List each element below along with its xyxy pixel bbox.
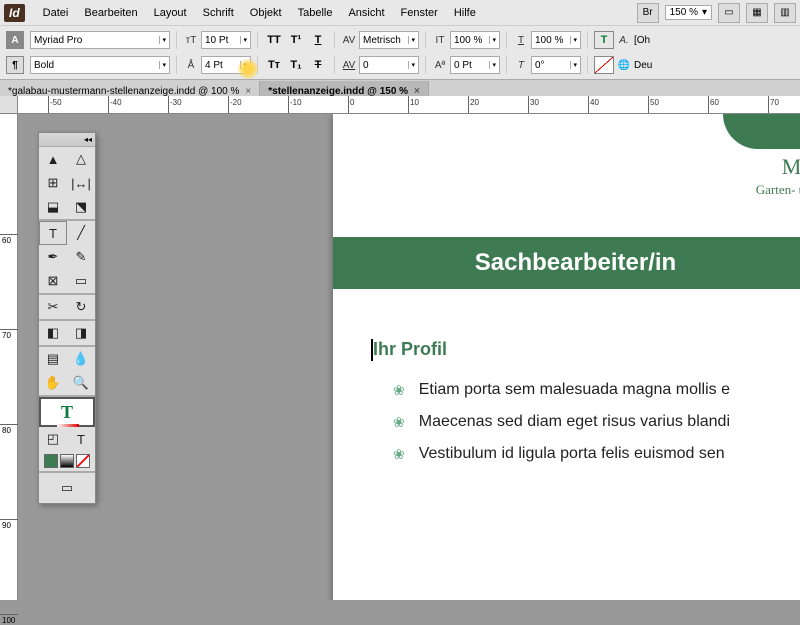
rectangle-frame-tool[interactable]: ⊠ — [39, 269, 67, 293]
kerning-icon: AV — [341, 32, 357, 48]
menu-schrift[interactable]: Schrift — [195, 3, 242, 23]
bullet-icon: ❀ — [393, 408, 405, 436]
canvas[interactable]: Mustermann Garten- und Landschaftsbau Sa… — [18, 114, 800, 600]
apply-color[interactable] — [44, 454, 58, 468]
format-text-icon[interactable]: T — [67, 427, 95, 451]
brand-name: Mustermann — [782, 154, 800, 180]
direct-selection-tool[interactable]: △ — [67, 147, 95, 171]
character-mode-icon[interactable]: A — [6, 31, 24, 49]
font-family-field[interactable]: Myriad Pro▾ — [30, 31, 170, 49]
language-icon: 🌐 — [616, 57, 632, 73]
format-container-icon[interactable]: ◰ — [39, 427, 67, 451]
screen-mode-icon[interactable]: ▭ — [718, 3, 740, 23]
apply-none[interactable] — [76, 454, 90, 468]
menu-fenster[interactable]: Fenster — [393, 3, 446, 23]
tools-collapse[interactable]: ◂◂ — [39, 133, 95, 147]
list-item: ❀Vestibulum id ligula porta felis euismo… — [393, 438, 730, 470]
baseline-icon: Aª — [432, 57, 448, 73]
note-tool[interactable]: ▤ — [39, 347, 67, 371]
title-bar: Sachbearbeiter/in — [333, 237, 800, 289]
page: Mustermann Garten- und Landschaftsbau Sa… — [333, 114, 800, 600]
workspace: -50-40-30-20-10010203040506070 607080901… — [0, 96, 800, 600]
vscale-icon: IT — [432, 32, 448, 48]
subscript-icon[interactable]: T₁ — [286, 56, 306, 74]
char-style-label: [Oh — [634, 35, 650, 46]
brand-subtitle: Garten- und Landschaftsbau — [756, 182, 800, 198]
hscale-label-icon: T — [513, 32, 529, 48]
scissors-tool[interactable]: ✂ — [39, 295, 67, 319]
bullet-list: ❀Etiam porta sem malesuada magna mollis … — [393, 374, 730, 470]
menu-hilfe[interactable]: Hilfe — [446, 3, 484, 23]
gap-tool[interactable]: |↔| — [67, 171, 95, 195]
selection-tool[interactable]: ▲ — [39, 147, 67, 171]
fill-stroke-swatch[interactable]: T — [39, 397, 95, 427]
menu-ansicht[interactable]: Ansicht — [340, 3, 392, 23]
pen-tool[interactable]: ✒ — [39, 245, 67, 269]
page-tool[interactable]: ⊞ — [39, 171, 67, 195]
app-logo: Id — [4, 4, 25, 22]
tracking-icon: AV — [341, 57, 357, 73]
skew-field[interactable]: 0°▾ — [531, 56, 581, 74]
pencil-tool[interactable]: ✎ — [67, 245, 95, 269]
workspace-icon[interactable]: ▥ — [774, 3, 796, 23]
zoom-tool[interactable]: 🔍 — [67, 371, 95, 395]
free-transform-tool[interactable]: ↻ — [67, 295, 95, 319]
content-collector-tool[interactable]: ⬓ — [39, 195, 67, 219]
tools-panel[interactable]: ◂◂ ▲ △ ⊞ |↔| ⬓ ⬔ T ╱ ✒ ✎ ⊠ ▭ ✂ ↻ ◧ ◨ ▤ 💧… — [38, 132, 96, 504]
underline-icon[interactable]: T — [308, 31, 328, 49]
language-label: Deu — [634, 60, 652, 71]
menu-datei[interactable]: Datei — [35, 3, 77, 23]
font-style-field[interactable]: Bold▾ — [30, 56, 170, 74]
gradient-feather-tool[interactable]: ◨ — [67, 321, 95, 345]
menu-layout[interactable]: Layout — [146, 3, 195, 23]
line-tool[interactable]: ╱ — [67, 221, 95, 245]
control-panel: A Myriad Pro▾ ᴛT 10 Pt▾ TT T¹ T AV Metri… — [0, 26, 800, 80]
type-tool[interactable]: T — [39, 221, 67, 245]
font-size-icon: ᴛT — [183, 32, 199, 48]
hscale-field[interactable]: 100 %▾ — [531, 31, 581, 49]
menu-objekt[interactable]: Objekt — [242, 3, 290, 23]
gradient-swatch-tool[interactable]: ◧ — [39, 321, 67, 345]
hand-tool[interactable]: ✋ — [39, 371, 67, 395]
content-placer-tool[interactable]: ⬔ — [67, 195, 95, 219]
bullet-icon: ❀ — [393, 440, 405, 468]
zoom-level[interactable]: 150 %▾ — [665, 5, 712, 20]
arrange-icon[interactable]: ▦ — [746, 3, 768, 23]
section-heading[interactable]: Ihr Profil — [373, 339, 447, 360]
strikethrough-icon[interactable]: T — [308, 56, 328, 74]
vertical-ruler[interactable]: 60708090100 — [0, 114, 18, 600]
char-style-icon: A. — [616, 32, 632, 48]
kerning-field[interactable]: Metrisch▾ — [359, 31, 419, 49]
fill-text-icon[interactable]: T — [594, 31, 614, 49]
smallcaps-icon[interactable]: Tᴛ — [264, 56, 284, 74]
font-size-field[interactable]: 10 Pt▾ — [201, 31, 251, 49]
ruler-origin[interactable] — [0, 96, 18, 114]
bullet-icon: ❀ — [393, 376, 405, 404]
menu-bearbeiten[interactable]: Bearbeiten — [76, 3, 145, 23]
paragraph-mode-icon[interactable]: ¶ — [6, 56, 24, 74]
view-mode[interactable]: ▭ — [39, 473, 95, 503]
list-item: ❀Etiam porta sem malesuada magna mollis … — [393, 374, 730, 406]
apply-gradient[interactable] — [60, 454, 74, 468]
close-icon[interactable]: × — [414, 86, 420, 97]
allcaps-icon[interactable]: TT — [264, 31, 284, 49]
menu-bar: Id Datei Bearbeiten Layout Schrift Objek… — [0, 0, 800, 26]
list-item: ❀Maecenas sed diam eget risus varius bla… — [393, 406, 730, 438]
leading-field[interactable]: 4 Pt▾ — [201, 56, 251, 74]
vscale-field[interactable]: 100 %▾ — [450, 31, 500, 49]
eyedropper-tool[interactable]: 💧 — [67, 347, 95, 371]
skew-icon: T — [513, 57, 529, 73]
stroke-text-icon[interactable] — [594, 56, 614, 74]
rectangle-tool[interactable]: ▭ — [67, 269, 95, 293]
close-icon[interactable]: × — [245, 86, 251, 97]
menu-tabelle[interactable]: Tabelle — [290, 3, 341, 23]
bridge-button[interactable]: Br — [637, 3, 659, 23]
superscript-icon[interactable]: T¹ — [286, 31, 306, 49]
horizontal-ruler[interactable]: -50-40-30-20-10010203040506070 — [18, 96, 800, 114]
leading-icon: Å — [183, 57, 199, 73]
tracking-field[interactable]: 0▾ — [359, 56, 419, 74]
logo-shape — [723, 114, 800, 149]
baseline-field[interactable]: 0 Pt▾ — [450, 56, 500, 74]
